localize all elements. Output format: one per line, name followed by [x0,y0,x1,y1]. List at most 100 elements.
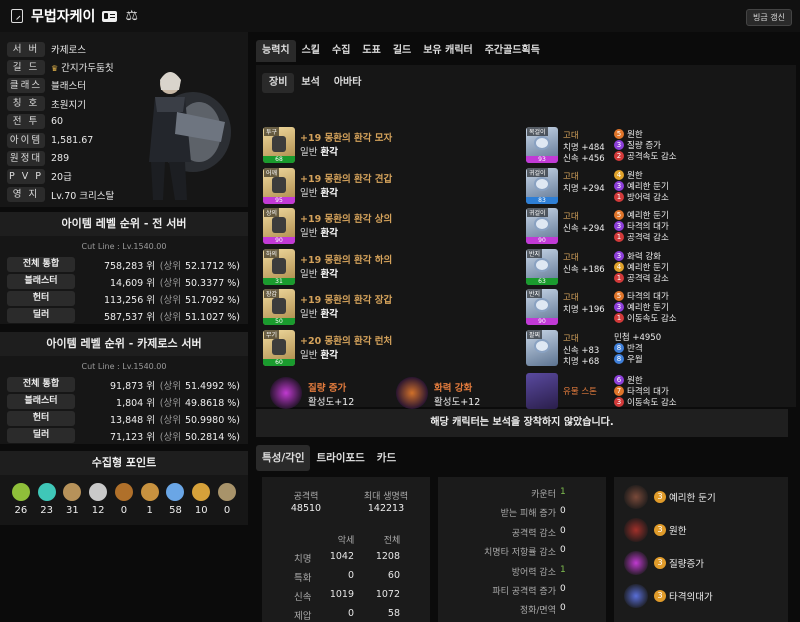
accessory-item[interactable]: 목걸이 93 고대 치명 +484 신속 +456 5 원한 3 질량 증가 2 공격속도 감소 [526,127,791,165]
quality-bar: 50 [263,318,295,325]
engraving-item[interactable]: 3 예리한 둔기 [624,484,716,510]
scale-icon[interactable]: ⚖ [125,8,138,24]
profile-label: 길 드 [7,59,45,75]
equipment-grade: 일반 환각 [300,306,338,320]
engraving-level-badge: 1 [614,313,624,323]
accessory-item[interactable]: 귀걸이 90 고대 신속 +294 5 예리한 둔기 3 타격의 대가 1 공격력 감소 [526,208,791,246]
engraving-level-badge: 3 [614,302,624,312]
accessory-item[interactable]: 귀걸이 83 고대 치명 +294 4 원한 3 예리한 둔기 1 방어력 감소 [526,167,791,206]
engraving-level-badge: 1 [614,191,624,202]
accessory-item[interactable]: 반지 63 고대 신속 +186 3 화력 강화 4 예리한 둔기 1 공격력 감소 [526,248,791,287]
profile-row: 칭 호 초원지기 [7,96,86,112]
tab-2[interactable]: 수집 [326,40,356,62]
equipment-item[interactable]: 무기 60 +20 몽환의 환각 런처 일반 환각 [263,329,523,368]
bracelet-engraving-name: 화력 강화 [434,383,473,394]
profile-value-text: 20급 [51,172,72,184]
collect-item[interactable]: 10 [191,483,211,516]
world-tree-leaf-icon [192,483,211,501]
slot-name: 귀걸이 [527,167,548,177]
subtab-0[interactable]: 장비 [262,73,295,93]
profile-label: 전 투 [7,114,45,130]
collect-item[interactable]: 1 [140,483,160,516]
jewel-icon [534,298,550,312]
engraving-item[interactable]: 3 원한 [624,517,686,543]
sub-stat-row: 제압 0 58 [262,608,430,622]
renew-button[interactable]: 빙금 갱신 [746,9,792,26]
collect-value: 1 [146,505,153,516]
rank-server: 아이템 레벨 순위 - 카제로스 서버 Cut Line : Lv.1540.0… [0,332,248,444]
tab-3[interactable]: 도표 [356,40,386,62]
secondary-tab-2[interactable]: 카드 [371,445,402,471]
tab-1[interactable]: 스킬 [296,40,326,62]
rank-sub-label: (상위 [159,311,181,323]
sub-stat-row: 치명 1042 1208 [262,551,430,569]
mass-increase-icon [624,551,648,575]
equipment-item[interactable]: 장갑 50 +19 몽환의 환각 장갑 일반 환각 [263,289,523,327]
profile-row: 원정대 289 [7,150,69,166]
equipment-item[interactable]: 투구 68 +19 몽환의 환각 모자 일반 환각 [263,127,523,165]
engraving-item[interactable]: 3 질량증가 [624,550,704,576]
collect-item[interactable]: 0 [114,483,134,516]
accessory-stat: 치명 +196 [563,305,605,315]
set-text: 환각 [320,268,338,280]
engraving-box: 3 예리한 둔기 3 원한 3 질량증가 3 타격의대가 [614,477,788,622]
tab-6[interactable]: 주간골드획득 [479,40,546,62]
rank-row: 헌터 113,256 위 (상위 51.7092 %) [0,290,248,307]
collect-item[interactable]: 31 [62,483,82,516]
profile-value: 블래스터 [51,78,86,92]
tendency-value: 0 [560,584,566,594]
collect-item[interactable]: 12 [88,483,108,516]
accessory-grade: 고대 [563,293,579,303]
profile-row: 서 버 카제로스 [7,41,86,57]
rank-row: 블래스터 14,609 위 (상위 50.3377 %) [0,273,248,290]
tendency-name: 받는 피해 증가 [500,509,556,520]
equipment-item[interactable]: 하의 31 +19 몽환의 환각 하의 일반 환각 [263,248,523,287]
equipment-item[interactable]: 상의 90 +19 몽환의 환각 상의 일반 환각 [263,208,523,246]
collect-value: 0 [223,505,231,516]
subtab-1[interactable]: 보석 [294,73,326,93]
collect-item[interactable]: 26 [11,483,31,516]
quality-bar: 90 [526,237,558,244]
tab-5[interactable]: 보유 캐릭터 [417,40,478,62]
armor-piece-icon [272,217,286,233]
engraving-level-badge: 2 [614,151,624,161]
slot-name: 장갑 [264,289,280,298]
rank-label: 전체 통합 [7,377,75,392]
armor-piece-icon [272,136,286,152]
subtab-2[interactable]: 아바타 [327,73,369,93]
secondary-tab-0[interactable]: 특성/각인 [256,445,311,471]
tendency-value: 1 [560,564,566,575]
sub-stat-accessory: 1042 [329,551,354,562]
collect-item[interactable]: 23 [37,483,57,516]
tendency-row: 치명타 저항률 감소 0 [438,545,606,562]
tab-4[interactable]: 길드 [387,40,417,62]
rank-number: 1,804 위 [116,397,155,409]
profile-row: 아이템 1,581.67 [7,132,93,148]
accessory-item[interactable]: 팔찌 고대 신속 +83 치명 +68 민첩 +4950 8 반격 8 우월 [526,329,791,368]
ability-stone[interactable]: 유물 스톤 6 원한 7 타격의 대가 3 이동속도 감소 [526,373,791,411]
rank-sub-label: (상위 [159,294,181,306]
profile-row: 클래스 블래스터 [7,77,86,93]
profile-label: 서 버 [7,41,45,57]
engraving-level-badge: 3 [654,491,666,503]
rank-percent: (상위 49.8618 %) [155,395,240,409]
accessory-engraving: 1 공격력 감소 [614,272,669,284]
rank-percent: (상위 51.1027 %) [155,309,240,323]
equipment-item[interactable]: 어깨 95 +19 몽환의 환각 견갑 일반 환각 [263,167,523,206]
bookmark-icon[interactable] [11,9,23,23]
mokoko-medal-icon [218,483,236,501]
rank-server-cutline: Cut Line : Lv.1540.00 [81,362,167,371]
collect-item[interactable]: 0 [217,483,237,516]
engraving-item[interactable]: 3 타격의대가 [624,583,713,609]
secondary-tab-1[interactable]: 트라이포드 [310,445,370,471]
tab-0[interactable]: 능력치 [256,40,296,62]
rank-row: 전체 통합 758,283 위 (상위 52.1712 %) [0,256,248,273]
engraving-level-badge: 1 [614,232,624,242]
tendency-value: 0 [560,545,566,556]
tendency-row: 공격력 감소 0 [438,526,606,543]
id-card-icon[interactable] [102,10,118,22]
sub-stat-name: 제압 [294,611,312,622]
accessory-grade: 고대 [563,252,579,263]
collect-item[interactable]: 58 [165,483,185,516]
accessory-item[interactable]: 반지 90 고대 치명 +196 5 타격의 대가 3 예리한 둔기 1 이동속도 감소 [526,289,791,327]
